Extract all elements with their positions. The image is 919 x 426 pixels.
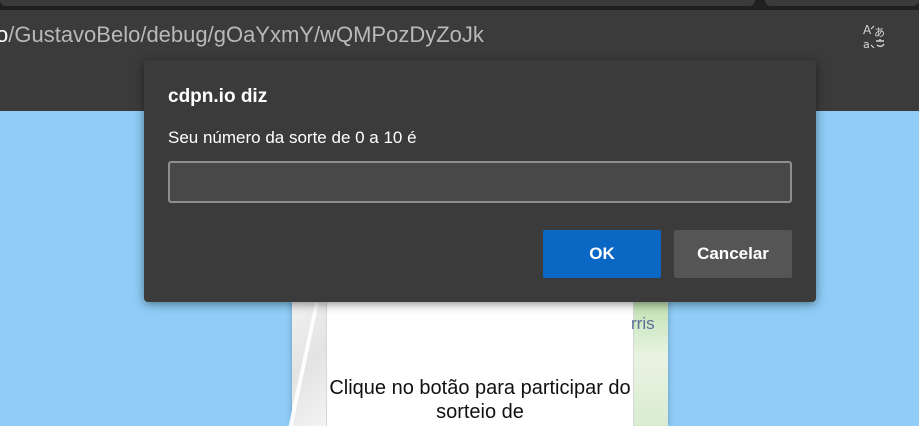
translate-icon[interactable]: A あ a xyxy=(860,21,890,51)
cancel-button[interactable]: Cancelar xyxy=(674,230,792,278)
svg-text:あ: あ xyxy=(874,26,885,39)
card-text: Clique no botão para participar do sorte… xyxy=(329,377,631,423)
prompt-dialog: cdpn.io diz Seu número da sorte de 0 a 1… xyxy=(144,60,816,302)
url-text[interactable]: o/GustavoBelo/debug/gOaYxmY/wQMPozDyZoJk xyxy=(0,22,484,48)
browser-tab[interactable] xyxy=(0,0,755,6)
page-card: rris Clique no botão para participar do … xyxy=(292,300,668,426)
tab-strip xyxy=(0,0,919,10)
ok-button[interactable]: OK xyxy=(543,230,661,278)
url-path: /GustavoBelo/debug/gOaYxmY/wQMPozDyZoJk xyxy=(8,22,484,47)
svg-text:A: A xyxy=(863,23,872,37)
map-label: rris xyxy=(631,314,655,333)
dialog-message: Seu número da sorte de 0 a 10 é xyxy=(168,128,417,147)
map-image-left xyxy=(292,300,327,426)
svg-text:a: a xyxy=(863,38,870,51)
address-bar[interactable]: o/GustavoBelo/debug/gOaYxmY/wQMPozDyZoJk… xyxy=(0,10,919,60)
map-image-right: rris xyxy=(631,300,668,426)
browser-tab[interactable] xyxy=(765,0,919,6)
url-host: o xyxy=(0,22,9,47)
prompt-input[interactable] xyxy=(168,161,792,203)
dialog-title: cdpn.io diz xyxy=(168,86,268,107)
